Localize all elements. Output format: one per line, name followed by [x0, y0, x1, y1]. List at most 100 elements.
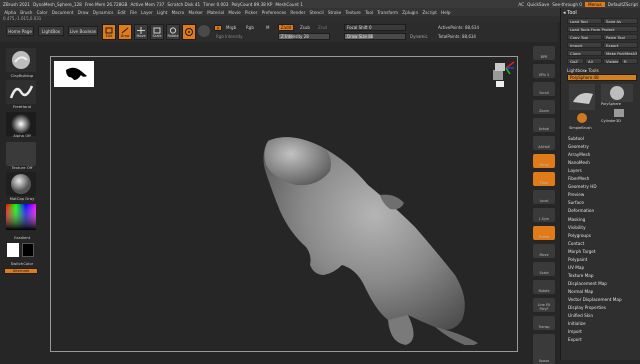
menu-item-edit[interactable]: Edit — [118, 10, 126, 15]
right-shelf-line-fill-polyf[interactable]: Line Fill PolyF — [533, 298, 555, 312]
subpalette-vector-displacement-map[interactable]: Vector Displacement Map — [568, 297, 622, 302]
m-toggle[interactable]: M — [266, 25, 269, 30]
scale-button[interactable]: Scale — [150, 24, 164, 40]
right-shelf-bpr[interactable]: BPR — [533, 46, 555, 60]
menu-item-layer[interactable]: Layer — [141, 10, 153, 15]
rgb-intensity-slider[interactable]: Rgb Intensity — [216, 34, 243, 39]
texture-thumbnail[interactable] — [6, 142, 36, 166]
subpalette-displacement-map[interactable]: Displacement Map — [568, 281, 607, 286]
right-shelf-scale[interactable]: Scale — [533, 262, 555, 276]
right-shelf-scroll[interactable]: Scroll — [533, 82, 555, 96]
menu-item-document[interactable]: Document — [52, 10, 74, 15]
right-shelf-persp[interactable]: Persp — [533, 154, 555, 168]
axis-gizmo[interactable] — [488, 60, 518, 90]
zsub-toggle[interactable]: Zsub — [300, 25, 310, 30]
menu-item-brush[interactable]: Brush — [20, 10, 32, 15]
lightbox-button[interactable]: LightBox — [38, 26, 64, 36]
mrgb-toggle[interactable]: Mrgb — [226, 25, 236, 30]
menu-item-zscript[interactable]: Zscript — [422, 10, 437, 15]
subpalette-contact[interactable]: Contact — [568, 241, 584, 246]
menu-item-material[interactable]: Material — [207, 10, 224, 15]
tool-btn-r[interactable]: R — [621, 58, 638, 64]
menu-item-alpha[interactable]: Alpha — [4, 10, 16, 15]
draw-button[interactable]: Draw — [118, 24, 132, 40]
menu-item-stroke[interactable]: Stroke — [328, 10, 341, 15]
color-picker[interactable] — [6, 204, 36, 230]
menu-item-color[interactable]: Color — [37, 10, 48, 15]
zadd-toggle[interactable]: Zadd — [278, 24, 294, 31]
brush-thumbnail[interactable] — [6, 48, 36, 72]
subpalette-initialize[interactable]: Initialize — [568, 321, 586, 326]
menu-item-file[interactable]: File — [130, 10, 137, 15]
rotate-button[interactable]: Rotate — [166, 24, 180, 40]
menu-item-picker[interactable]: Picker — [245, 10, 257, 15]
menus-button[interactable]: Menus — [584, 1, 605, 7]
live-boolean-button[interactable]: Live Boolean — [68, 26, 98, 36]
right-shelf-floor[interactable]: Floor — [533, 172, 555, 186]
tool-btn-copy-tool[interactable]: Copy Tool — [567, 34, 602, 40]
material-thumbnail[interactable] — [6, 172, 36, 196]
tool-thumb-simplebrush[interactable] — [573, 112, 591, 124]
move-button[interactable]: Move — [134, 24, 148, 40]
subpalette-nanomesh[interactable]: NanoMesh — [568, 160, 590, 165]
polysphere-slider[interactable]: PolySphere 48 — [567, 74, 637, 81]
material-sphere-icon[interactable] — [198, 25, 210, 37]
quicksave-button[interactable]: QuickSave — [527, 2, 549, 7]
subpalette-fibermesh[interactable]: FiberMesh — [568, 176, 589, 181]
subpalette-geometry[interactable]: Geometry — [568, 144, 589, 149]
right-shelf-transp[interactable]: Transp — [533, 316, 555, 330]
navigation-thumbnail[interactable] — [54, 61, 94, 87]
tool-thumb-polysphere-2[interactable] — [601, 84, 633, 102]
right-shelf-rotate[interactable]: Rotate — [533, 280, 555, 294]
lightbox-tools-button[interactable]: Lightbox▸ Tools — [567, 68, 599, 73]
menu-item-zplugin[interactable]: Zplugin — [402, 10, 418, 15]
dynamic-toggle[interactable]: Dynamic — [410, 34, 428, 39]
secondary-color-swatch[interactable] — [22, 243, 34, 257]
subpalette-geometry-hd[interactable]: Geometry HD — [568, 184, 597, 189]
subpalette-surface[interactable]: Surface — [568, 200, 584, 205]
right-shelf-actual[interactable]: Actual — [533, 118, 555, 132]
subpalette-uv-map[interactable]: UV Map — [568, 265, 584, 270]
subpalette-unified-skin[interactable]: Unified Skin — [568, 313, 593, 318]
right-shelf-xpose[interactable]: Xpose — [533, 350, 555, 364]
subpalette-layers[interactable]: Layers — [568, 168, 582, 173]
tool-btn-import[interactable]: Import — [567, 42, 602, 48]
focal-shift-slider[interactable]: Focal Shift 0 — [344, 24, 406, 31]
draw-size-slider[interactable]: Draw Size 88 — [344, 33, 406, 40]
subpalette-export[interactable]: Export — [568, 337, 582, 342]
tool-btn-visible[interactable]: Visible — [603, 58, 620, 64]
zcut-toggle[interactable]: Zcut — [318, 25, 327, 30]
subpalette-morph-target[interactable]: Morph Target — [568, 249, 596, 254]
subpalette-normal-map[interactable]: Normal Map — [568, 289, 593, 294]
subpalette-subtool[interactable]: Subtool — [568, 136, 584, 141]
rgb-toggle[interactable]: Rgb — [246, 25, 254, 30]
edit-button[interactable]: Edit — [102, 24, 116, 40]
transform-gizmo-button[interactable] — [182, 24, 196, 40]
tool-btn-export[interactable]: Export — [603, 42, 638, 48]
ac-button[interactable]: AC — [518, 2, 524, 7]
menu-item-stencil[interactable]: Stencil — [310, 10, 324, 15]
subpalette-visibility[interactable]: Visibility — [568, 225, 586, 230]
menu-item-tool[interactable]: Tool — [365, 10, 373, 15]
tool-btn-goz[interactable]: GoZ — [567, 58, 584, 64]
home-page-button[interactable]: Home Page — [6, 26, 34, 36]
menu-item-transform[interactable]: Transform — [377, 10, 398, 15]
subpalette-polygroups[interactable]: Polygroups — [568, 233, 591, 238]
a-toggle[interactable]: A — [214, 25, 222, 31]
tool-btn-load-tool[interactable]: Load Tool — [567, 18, 602, 24]
subpalette-preview[interactable]: Preview — [568, 192, 584, 197]
tool-btn-all[interactable]: All — [585, 58, 602, 64]
subpalette-deformation[interactable]: Deformation — [568, 208, 594, 213]
right-shelf-zoom[interactable]: Zoom — [533, 100, 555, 114]
see-through-slider[interactable]: See-through 0 — [552, 2, 582, 7]
tool-thumb-polysphere[interactable] — [569, 84, 595, 110]
menu-item-render[interactable]: Render — [290, 10, 305, 15]
subpalette-import[interactable]: Import — [568, 329, 582, 334]
right-shelf-frame[interactable]: Frame — [533, 226, 555, 240]
subpalette-polypaint[interactable]: Polypaint — [568, 257, 587, 262]
right-shelf-aahalf[interactable]: AAHalf — [533, 136, 555, 150]
right-shelf-spix-3[interactable]: SPix 3 — [533, 64, 555, 78]
main-color-swatch[interactable] — [7, 243, 19, 257]
tool-btn-load-tools-from-project[interactable]: Load Tools From Project — [567, 26, 638, 32]
stroke-thumbnail[interactable] — [6, 80, 36, 104]
